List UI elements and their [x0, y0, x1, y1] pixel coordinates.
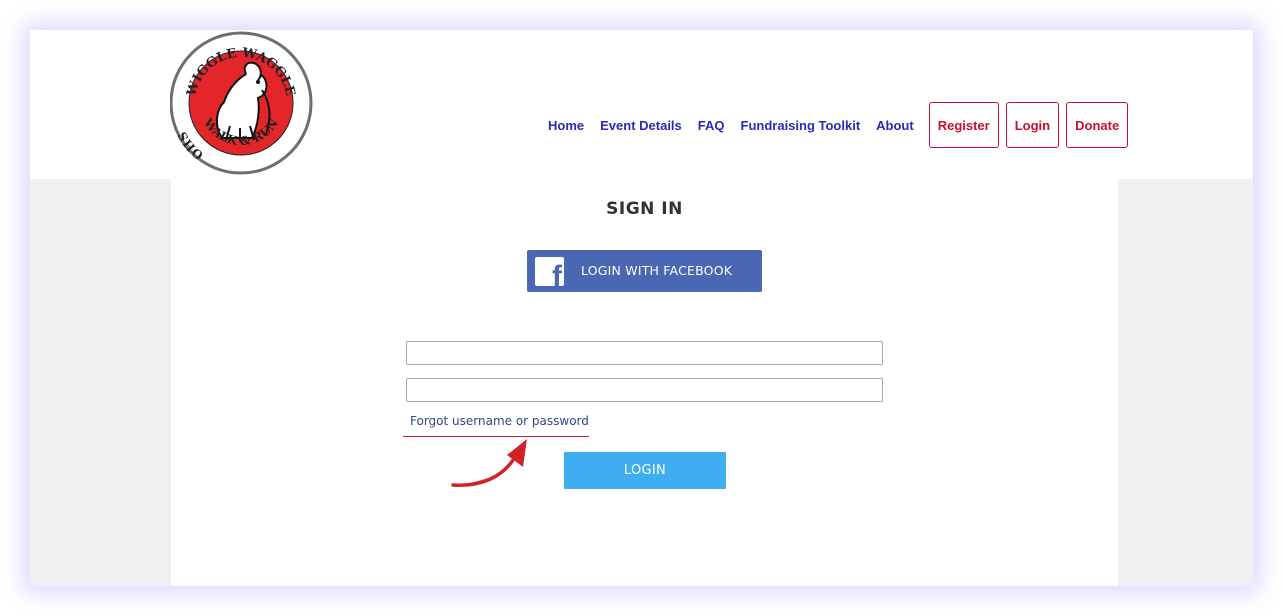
username-input[interactable] — [406, 341, 883, 365]
nav-link-about[interactable]: About — [876, 118, 914, 133]
nav-link-home[interactable]: Home — [548, 118, 584, 133]
facebook-icon: f — [535, 257, 564, 286]
facebook-login-label: LOGIN WITH FACEBOOK — [581, 263, 733, 278]
forgot-credentials-link[interactable]: Forgot username or password — [410, 414, 589, 428]
facebook-login-button[interactable]: f LOGIN WITH FACEBOOK — [527, 250, 762, 292]
signin-panel: SIGN IN f LOGIN WITH FACEBOOK Forgot use… — [171, 179, 1118, 586]
main-nav: Home Event Details FAQ Fundraising Toolk… — [540, 101, 1129, 149]
nav-login-button[interactable]: Login — [1005, 102, 1060, 148]
password-input[interactable] — [406, 378, 883, 402]
site-header: WIGGLE WAGGLE OHS WALK & RUN Home Event … — [30, 30, 1253, 179]
wiggle-waggle-logo[interactable]: WIGGLE WAGGLE OHS WALK & RUN — [170, 30, 313, 176]
nav-link-fundraising-toolkit[interactable]: Fundraising Toolkit — [741, 118, 861, 133]
nav-link-faq[interactable]: FAQ — [698, 118, 725, 133]
page-title: SIGN IN — [606, 199, 683, 219]
annotation-arrow-icon — [451, 439, 527, 487]
login-submit-button[interactable]: LOGIN — [564, 452, 726, 489]
browser-frame: WIGGLE WAGGLE OHS WALK & RUN Home Event … — [30, 30, 1253, 586]
register-button[interactable]: Register — [928, 102, 999, 148]
donate-button[interactable]: Donate — [1066, 102, 1129, 148]
nav-link-event-details[interactable]: Event Details — [600, 118, 682, 133]
